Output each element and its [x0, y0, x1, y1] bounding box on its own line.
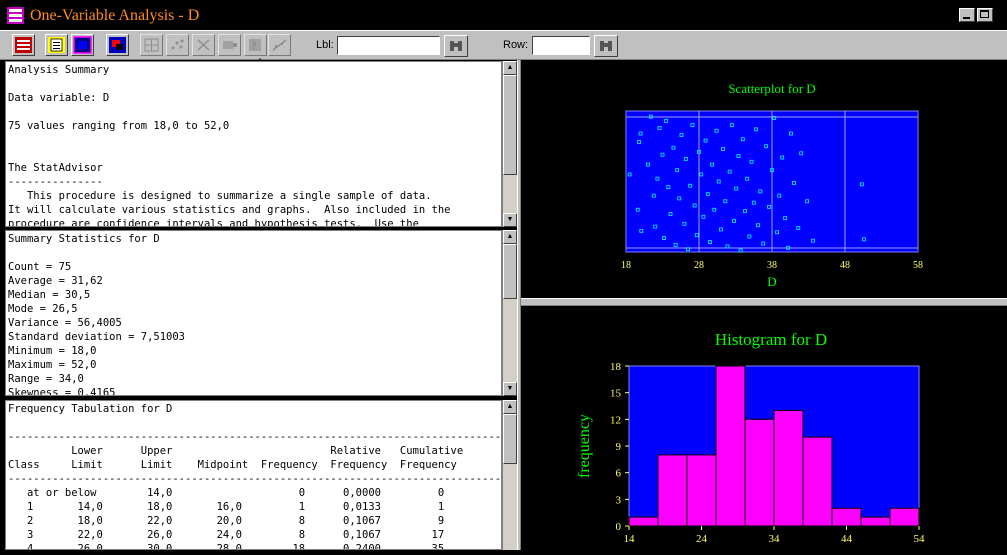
- exclude-icon: [197, 39, 210, 51]
- histogram-y-tick-label: 18: [610, 361, 622, 373]
- lbl-input[interactable]: [337, 36, 440, 55]
- exclude-button[interactable]: [192, 34, 215, 56]
- scroll-up-arrow[interactable]: ▲: [503, 230, 517, 244]
- svg-text:?: ?: [252, 41, 256, 51]
- histogram-bar: [628, 516, 659, 527]
- minimize-button[interactable]: [959, 8, 975, 22]
- row-label: Row:: [503, 39, 529, 51]
- app-icon: [7, 7, 24, 24]
- histogram-title: Histogram for D: [715, 330, 827, 349]
- toolbar: ? Lbl: Row:: [0, 30, 1007, 60]
- maximize-icon: [980, 10, 989, 18]
- histogram-x-tick-label: 44: [841, 533, 853, 545]
- maximize-button[interactable]: [977, 8, 993, 22]
- row-find-button[interactable]: [594, 35, 618, 57]
- scatterplot-chart: Scatterplot for D 18 28 38 48 58 D: [621, 81, 923, 289]
- binoculars-icon: [450, 41, 462, 51]
- histogram-x-tick-label: 54: [914, 533, 926, 545]
- histogram-y-tick-label: 12: [610, 414, 621, 426]
- scatter-x-tick-label: 28: [694, 260, 704, 271]
- histogram-x-ticks: 14 24 34 44 54: [624, 526, 926, 545]
- summary-statistics-pane[interactable]: Summary Statistics for D Count = 75 Aver…: [5, 230, 502, 396]
- histogram-chart: Histogram for D 0 3 6 9 12 15 18 14 24 34 44 54 fr…: [576, 330, 926, 545]
- scroll-thumb[interactable]: [503, 244, 517, 299]
- scatter-x-tick-label: 58: [913, 260, 923, 271]
- fit-line-button[interactable]: [268, 34, 291, 56]
- histogram-bar: [860, 516, 891, 527]
- title-bar: One-Variable Analysis - D: [0, 0, 1007, 30]
- graphics-options-button[interactable]: [71, 34, 94, 56]
- histogram-x-tick-label: 34: [769, 533, 781, 545]
- scatter-x-tick-label: 48: [840, 260, 850, 271]
- lbl-label: Lbl:: [316, 39, 334, 51]
- summary-statistics-text: Summary Statistics for D Count = 75 Aver…: [8, 233, 186, 396]
- histogram-bar: [744, 418, 775, 527]
- identify-icon: ?: [249, 39, 261, 51]
- histogram-y-tick-label: 6: [616, 468, 622, 480]
- pane-options-button[interactable]: [140, 34, 163, 56]
- histogram-bar: [831, 507, 862, 527]
- text-options-button[interactable]: [45, 34, 68, 56]
- histogram-y-ticks: 0 3 6 9 12 15 18: [610, 361, 629, 533]
- histogram-x-tick-label: 24: [696, 533, 708, 545]
- lbl-find-button[interactable]: [444, 35, 468, 57]
- histogram-bar: [802, 436, 833, 527]
- histogram-bar: [715, 365, 746, 527]
- frequency-tabulation-scrollbar[interactable]: ▲: [502, 400, 517, 550]
- histogram-bar: [773, 409, 804, 527]
- histogram-bar: [657, 454, 688, 527]
- histogram-y-tick-label: 0: [616, 521, 622, 533]
- scroll-down-arrow[interactable]: ▼: [503, 213, 517, 227]
- frequency-tabulation-pane[interactable]: Frequency Tabulation for D -------------…: [5, 400, 502, 550]
- scroll-up-arrow[interactable]: ▲: [503, 400, 517, 414]
- horizontal-splitter[interactable]: [521, 298, 1007, 306]
- scroll-thumb[interactable]: [503, 414, 517, 464]
- histogram-pane[interactable]: Histogram for D 0 3 6 9 12 15 18 14 24 34 44 54 fr…: [521, 306, 1007, 550]
- grid-icon: [144, 38, 159, 52]
- scatter-x-axis-label: D: [767, 274, 776, 289]
- scatter-x-tick-label: 18: [621, 260, 631, 271]
- analysis-summary-text: Analysis Summary Data variable: D 75 val…: [8, 64, 451, 227]
- summary-statistics-scrollbar[interactable]: ▲ ▼: [502, 230, 517, 396]
- row-input[interactable]: [532, 36, 590, 55]
- scatter-x-ticks: 18 28 38 48 58: [621, 260, 923, 271]
- identify-button[interactable]: ?: [244, 34, 267, 56]
- scroll-up-arrow[interactable]: ▲: [503, 61, 517, 75]
- text-options-icon: [48, 37, 65, 53]
- histogram-y-tick-label: 9: [616, 441, 622, 453]
- input-dialog-button[interactable]: [12, 34, 35, 56]
- frequency-tabulation-text: Frequency Tabulation for D -------------…: [8, 403, 502, 550]
- save-results-button[interactable]: [106, 34, 129, 56]
- input-dialog-icon: [15, 37, 32, 53]
- analysis-summary-scrollbar[interactable]: ▲ ▼: [502, 61, 517, 227]
- save-results-icon: [109, 37, 126, 53]
- scatter-x-tick-label: 38: [767, 260, 777, 271]
- line-icon: [272, 39, 287, 51]
- graphics-options-icon: [73, 36, 92, 54]
- scatter-title: Scatterplot for D: [728, 81, 815, 96]
- binoculars-icon: [600, 41, 612, 51]
- scroll-thumb[interactable]: [503, 75, 517, 175]
- window-title: One-Variable Analysis - D: [30, 7, 200, 24]
- histogram-y-axis-label: frequency: [576, 414, 593, 478]
- minimize-icon: [963, 17, 970, 19]
- histogram-bar: [686, 454, 717, 527]
- histogram-bar: [889, 507, 920, 527]
- scatterplot-pane[interactable]: Scatterplot for D 18 28 38 48 58 D: [521, 60, 1007, 298]
- scroll-down-arrow[interactable]: ▼: [503, 382, 517, 396]
- analysis-summary-pane[interactable]: Analysis Summary Data variable: D 75 val…: [5, 61, 502, 227]
- histogram-y-tick-label: 3: [616, 494, 622, 506]
- scatter-icon: [171, 39, 184, 50]
- histogram-y-tick-label: 15: [610, 388, 622, 400]
- jitter-button[interactable]: [166, 34, 189, 56]
- histogram-x-tick-label: 14: [624, 533, 636, 545]
- brush-button[interactable]: [218, 34, 241, 56]
- brush-icon: [223, 41, 237, 49]
